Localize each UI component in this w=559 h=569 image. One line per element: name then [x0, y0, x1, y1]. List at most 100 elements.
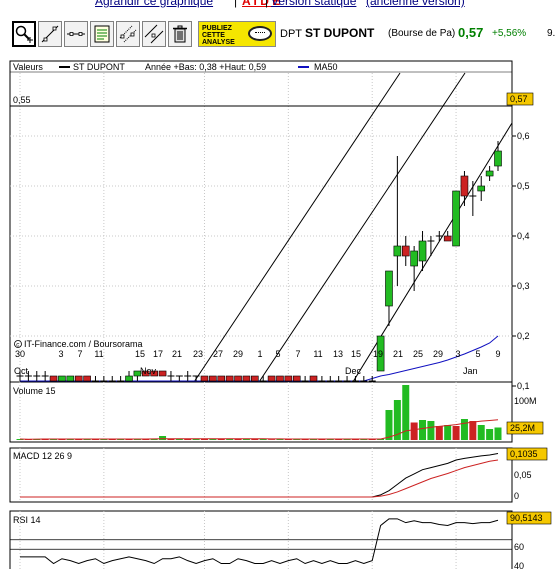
- speech-bubble-icon: [248, 26, 272, 41]
- stock-name: ST DUPONT: [305, 26, 375, 40]
- volume-last-label: 25,2M: [510, 423, 535, 433]
- volume-bar: [494, 427, 502, 440]
- rsi-tick: 40: [514, 561, 524, 569]
- link-separator: |: [234, 0, 238, 8]
- date-tick-label: 9: [495, 349, 500, 359]
- publish-ad-text: ANALYSE: [202, 39, 235, 46]
- price-tick-label: 0,4: [517, 231, 530, 241]
- date-tick-label: 7: [77, 349, 82, 359]
- date-tick-label: 29: [433, 349, 443, 359]
- date-tick-label: 5: [475, 349, 480, 359]
- series-name: ST DUPONT: [73, 62, 125, 72]
- volume-bar: [435, 426, 443, 440]
- date-tick-label: 25: [413, 349, 423, 359]
- candle-body: [158, 370, 167, 377]
- link-separator: |: [265, 0, 269, 8]
- hline-label: 0,55: [13, 95, 31, 105]
- candle-body: [49, 375, 58, 382]
- price-variation: +5,56%: [492, 28, 527, 39]
- volume-bar: [419, 420, 427, 440]
- macd-panel-frame: [9, 447, 513, 503]
- candle-body: [209, 375, 217, 382]
- volume-bar: [452, 426, 460, 440]
- macd-label: MACD 12 26 9: [13, 451, 72, 461]
- price-tick-label: 0,5: [517, 181, 530, 191]
- candle-body: [418, 240, 427, 262]
- quote-bar: DPT ST DUPONT (Bourse de Pa) 0,57 +5,56%…: [280, 25, 559, 45]
- price-tick-label: 0,3: [517, 281, 530, 291]
- macd-last-label: 0,1035: [510, 449, 538, 459]
- price-tick-label: 0,2: [517, 331, 530, 341]
- date-tick-label: 27: [213, 349, 223, 359]
- chart-area[interactable]: Valeurs ST DUPONT Année +Bas: 0,38 +Haut…: [0, 56, 559, 569]
- channel-icon: [119, 25, 137, 43]
- date-tick-label: 11: [94, 349, 103, 359]
- values-label: Valeurs: [13, 62, 43, 72]
- macd-tick: 0,05: [514, 470, 532, 480]
- candle-body: [410, 250, 418, 267]
- parallel-lines-tool-button[interactable]: [142, 21, 166, 47]
- publish-analysis-button[interactable]: PUBLIEZ CETTE ANALYSE: [198, 21, 276, 47]
- candle-body: [401, 245, 410, 257]
- year-range: Année +Bas: 0,38 +Haut: 0,59: [145, 62, 266, 72]
- date-tick-label: 15: [135, 349, 145, 359]
- volume-bar: [410, 422, 418, 440]
- date-tick-label: 7: [295, 349, 300, 359]
- price-tick-label: 0,6: [517, 131, 530, 141]
- candle-body: [83, 375, 91, 382]
- volume-bar: [159, 436, 167, 440]
- trash-icon: [173, 25, 187, 43]
- date-tick-label: 17: [153, 349, 163, 359]
- volume-bar: [486, 429, 494, 440]
- trendline-tool-button[interactable]: [38, 21, 62, 47]
- candle-body: [58, 375, 66, 382]
- date-tick-label: 19: [373, 349, 383, 359]
- date-tick-label: 29: [233, 349, 243, 359]
- magnifier-icon: [15, 25, 33, 43]
- zoom-tool-button[interactable]: [12, 21, 36, 47]
- volume-bar: [100, 439, 108, 440]
- quote-overflow: 9.: [547, 28, 556, 39]
- candle-body: [309, 375, 318, 382]
- volume-label: Volume 15: [13, 386, 56, 396]
- volume-tick: 100M: [514, 396, 537, 406]
- ma-legend-label: MA50: [314, 62, 338, 72]
- ticker-symbol: DPT: [280, 28, 302, 40]
- date-tick-label: 11: [313, 349, 322, 359]
- volume-bar: [460, 419, 468, 440]
- date-tick-label: 3: [455, 349, 460, 359]
- date-tick-label: 21: [393, 349, 403, 359]
- delete-tool-button[interactable]: [168, 21, 192, 47]
- candle-body: [66, 375, 75, 382]
- last-price-label: 0,57: [510, 94, 528, 104]
- price-axis: 0,6 0,5 0,4 0,3 0,2 0,1: [512, 131, 530, 391]
- zoom-link[interactable]: Agrandir ce graphique: [95, 0, 213, 8]
- candle-body: [217, 375, 226, 382]
- date-tick-label: 23: [193, 349, 203, 359]
- candle-body: [284, 375, 293, 382]
- annotation-tool-button[interactable]: [90, 21, 114, 47]
- horizontal-line-tool-button[interactable]: [64, 21, 88, 47]
- candle-body: [242, 375, 251, 382]
- date-tick-label: 30: [15, 349, 25, 359]
- copyright-glyph: c: [16, 343, 19, 349]
- candle-body: [292, 375, 301, 382]
- candle-body: [460, 175, 469, 197]
- old-version-link[interactable]: (ancienne version): [366, 0, 465, 8]
- month-label: Dec: [345, 366, 362, 376]
- publish-ad-text: PUBLIEZ: [202, 25, 232, 32]
- volume-bar: [268, 439, 276, 440]
- candle-body: [477, 185, 486, 192]
- parallel-lines-icon: [144, 24, 164, 44]
- candle-body: [74, 375, 83, 382]
- credit: c IT-Finance.com / Boursorama: [14, 339, 143, 349]
- month-label: Oct: [14, 366, 29, 376]
- month-label: Jan: [463, 366, 478, 376]
- macd-tick: 0: [514, 491, 519, 501]
- static-version-link[interactable]: Version statique: [271, 0, 356, 8]
- candle-body: [276, 375, 284, 382]
- rsi-panel: RSI 14 90,5143 60 40: [9, 510, 552, 569]
- volume-bar: [477, 425, 485, 440]
- candle-body: [443, 235, 452, 242]
- channel-tool-button[interactable]: [116, 21, 140, 47]
